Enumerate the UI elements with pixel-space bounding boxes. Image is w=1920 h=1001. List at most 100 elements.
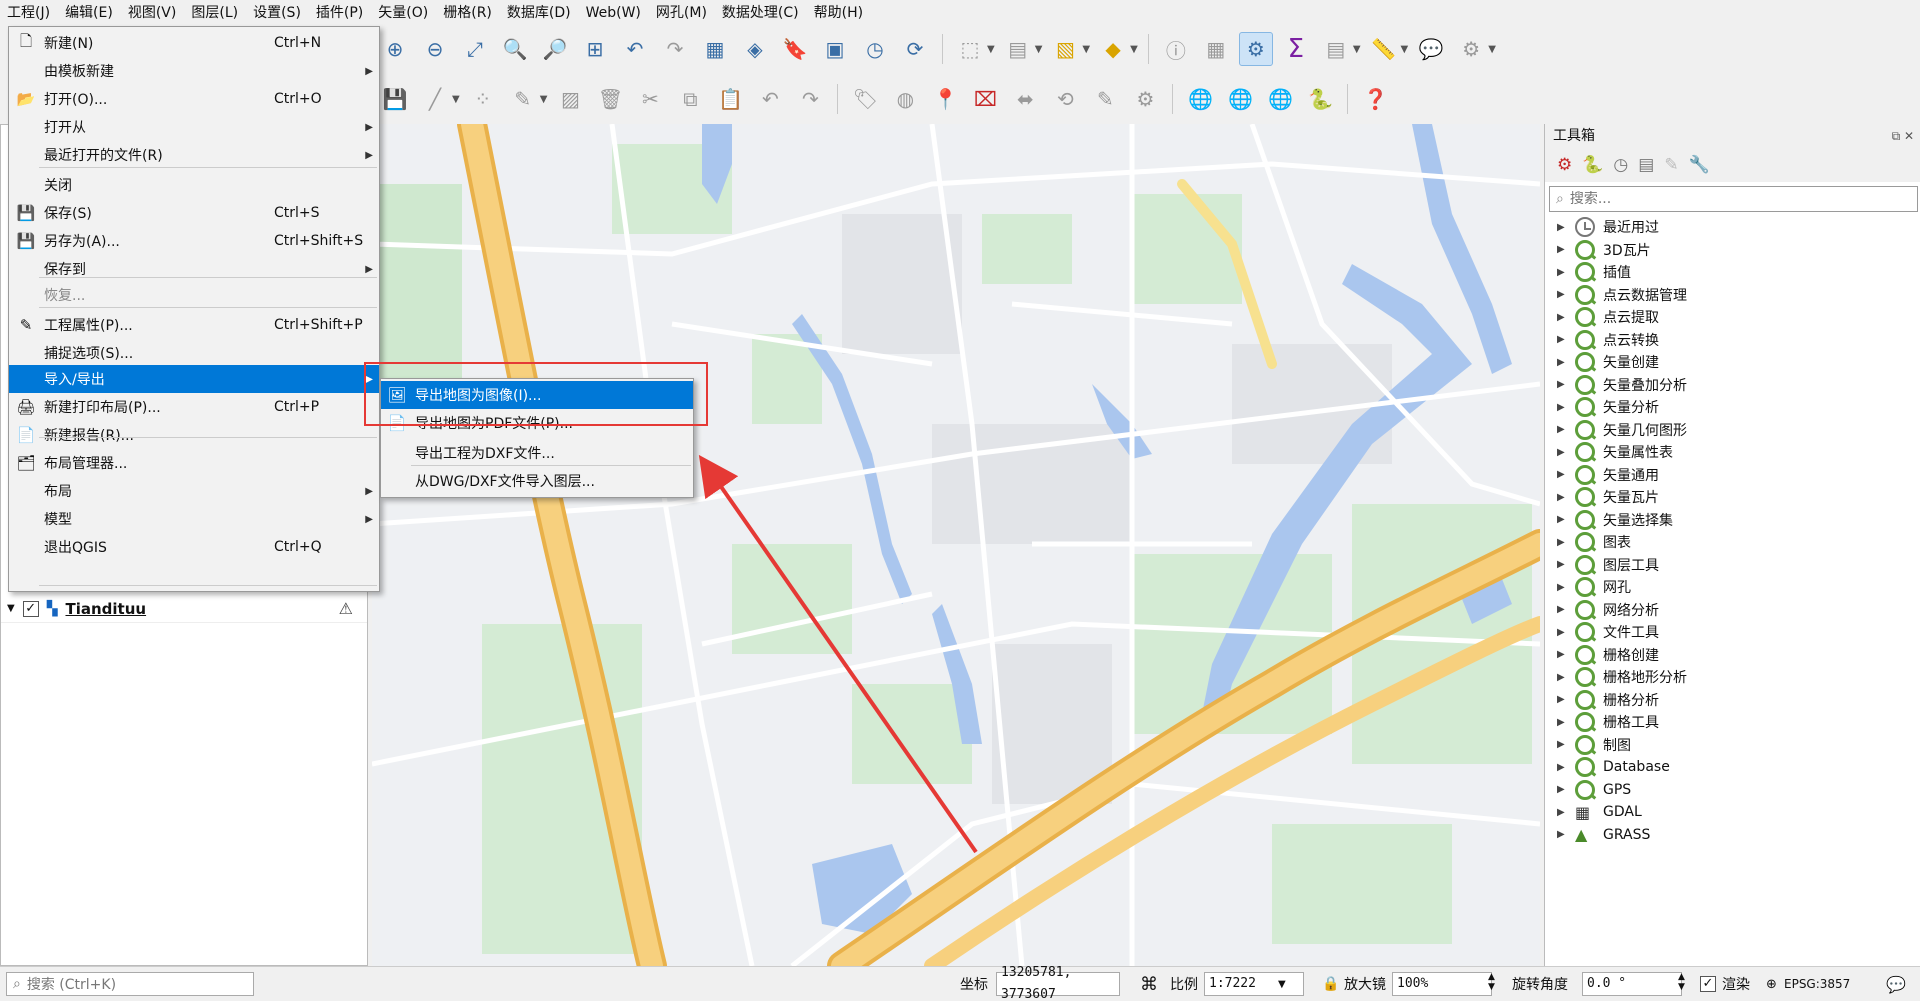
project-menu-item[interactable]: 由模板新建 ▶ [9, 57, 379, 85]
zoom-native-icon[interactable]: ⊞ [578, 32, 612, 66]
magnifier-field[interactable]: 100% [1392, 972, 1492, 996]
zoom-to-selection-icon[interactable]: 🔍 [498, 32, 532, 66]
toolbox-group[interactable]: ▶ 矢量瓦片 [1545, 486, 1920, 509]
save-edits-icon[interactable]: 💾 [378, 82, 412, 116]
chevron-down-icon[interactable]: ▼ [1130, 44, 1138, 55]
project-menu-item[interactable]: 💾 另存为(A)... Ctrl+Shift+S [9, 227, 379, 255]
menu-project[interactable]: 工程(J) [0, 1, 57, 25]
pin-labels-icon[interactable]: 📍 [928, 82, 962, 116]
expand-arrow-icon[interactable]: ▶ [1557, 672, 1567, 683]
statistics-sigma-icon[interactable]: Σ [1279, 32, 1313, 66]
layer-labeling-icon[interactable]: ◍ [888, 82, 922, 116]
undo-icon[interactable]: ↶ [753, 82, 787, 116]
toolbox-group[interactable]: ▶ 点云转换 [1545, 329, 1920, 352]
vertex-editor-icon[interactable]: ✎ [506, 82, 540, 116]
show-hide-labels-icon[interactable]: ⌧ [968, 82, 1002, 116]
warning-icon[interactable]: ⚠ [339, 599, 353, 618]
coordinate-field[interactable]: 13205781, 3773607 [996, 965, 1120, 1001]
expand-arrow-icon[interactable]: ▶ [1557, 784, 1567, 795]
menu-help[interactable]: 帮助(H) [807, 1, 870, 25]
expand-arrow-icon[interactable]: ▶ [1557, 514, 1567, 525]
chevron-down-icon[interactable]: ▼ [987, 44, 995, 55]
expand-arrow-icon[interactable]: ▶ [1557, 222, 1567, 233]
expand-arrow-icon[interactable]: ▶ [1557, 559, 1567, 570]
expand-arrow-icon[interactable]: ▶ [1557, 829, 1567, 840]
toolbox-group[interactable]: ▶ 3D瓦片 [1545, 239, 1920, 262]
edit-features-icon[interactable]: ✎ [1664, 155, 1678, 175]
bookmark-icon[interactable]: 🔖 [778, 32, 812, 66]
measure-icon[interactable]: 📏 [1367, 32, 1401, 66]
label-settings-icon[interactable]: ⚙ [1128, 82, 1162, 116]
expand-arrow-icon[interactable]: ▶ [1557, 312, 1567, 323]
expand-arrow-icon[interactable]: ▶ [1557, 627, 1567, 638]
chevron-down-icon[interactable]: ▼ [1488, 44, 1496, 55]
results-viewer-icon[interactable]: ▤ [1638, 155, 1654, 175]
zoom-last-icon[interactable]: ↶ [618, 32, 652, 66]
menu-layer[interactable]: 图层(L) [184, 1, 245, 25]
zoom-full-icon[interactable]: ⤢ [458, 32, 492, 66]
project-menu-item[interactable]: 🗋 新建(N) Ctrl+N [9, 29, 379, 57]
chevron-down-icon[interactable]: ▼ [452, 94, 460, 105]
rotate-label-icon[interactable]: ⟲ [1048, 82, 1082, 116]
paste-icon[interactable]: 📋 [713, 82, 747, 116]
toolbox-group[interactable]: ▶ 网络分析 [1545, 599, 1920, 622]
toolbox-group[interactable]: ▶ 文件工具 [1545, 621, 1920, 644]
toolbox-group[interactable]: ▶ 矢量创建 [1545, 351, 1920, 374]
select-features-icon[interactable]: ⬚ [953, 32, 987, 66]
help-icon[interactable]: ❓ [1358, 82, 1392, 116]
layer-row[interactable]: ▼ ✓ ▚ Tiandituu ⚠ [1, 595, 367, 623]
search-wms-icon[interactable]: 🌐 [1223, 82, 1257, 116]
project-menu-item[interactable]: 保存到 ▶ [9, 255, 379, 283]
expand-arrow-icon[interactable]: ▶ [1557, 334, 1567, 345]
move-label-icon[interactable]: ⬌ [1008, 82, 1042, 116]
toolbox-group[interactable]: ▶ 矢量分析 [1545, 396, 1920, 419]
models-icon[interactable]: ⚙ [1557, 155, 1572, 175]
render-checkbox[interactable]: ✓ [1700, 976, 1716, 992]
layer-name[interactable]: Tiandituu [65, 600, 146, 618]
expand-arrow-icon[interactable]: ▶ [1557, 694, 1567, 705]
expand-arrow-icon[interactable]: ▶ [1557, 357, 1567, 368]
chevron-down-icon[interactable]: ▼ [1353, 44, 1361, 55]
layer-visibility-checkbox[interactable]: ✓ [22, 600, 39, 617]
lock-scale-icon[interactable]: 🔒 [1322, 972, 1339, 996]
show-bookmarks-icon[interactable]: ▣ [818, 32, 852, 66]
submenu-item[interactable]: 从DWG/DXF文件导入图层... [381, 467, 693, 495]
label-icon[interactable]: 🏷 [848, 82, 882, 116]
messages-icon[interactable]: 💬 [1886, 972, 1906, 996]
temporal-controller-icon[interactable]: ◷ [858, 32, 892, 66]
new-map-view-icon[interactable]: ▦ [698, 32, 732, 66]
project-menu-item[interactable]: 导入/导出 ▶ [9, 365, 379, 393]
rotation-field[interactable]: 0.0 ° [1582, 972, 1682, 996]
identify-icon[interactable]: ⓘ [1159, 32, 1193, 66]
history-icon[interactable]: ◷ [1613, 155, 1628, 175]
project-menu-item[interactable]: 📂 打开(O)... Ctrl+O [9, 85, 379, 113]
chevron-down-icon[interactable]: ▼ [1082, 44, 1090, 55]
add-wms-layer-icon[interactable]: 🌐 [1183, 82, 1217, 116]
toolbox-group[interactable]: ▶ ▲ GRASS [1545, 824, 1920, 847]
zoom-in-icon[interactable]: ⊕ [378, 32, 412, 66]
expand-arrow-icon[interactable]: ▶ [1557, 582, 1567, 593]
expand-arrow-icon[interactable]: ▶ [1557, 537, 1567, 548]
cut-icon[interactable]: ✂ [633, 82, 667, 116]
crs-globe-icon[interactable]: ⊕ [1766, 972, 1777, 996]
toolbox-group[interactable]: ▶ ▦ GDAL [1545, 801, 1920, 824]
zoom-out-icon[interactable]: ⊖ [418, 32, 452, 66]
vertex-tool-icon[interactable]: ⁘ [466, 82, 500, 116]
python-scripts-icon[interactable]: 🐍 [1582, 155, 1603, 175]
rotation-spinner[interactable]: ▲ ▼ [1678, 972, 1685, 996]
menu-raster[interactable]: 栅格(R) [436, 1, 499, 25]
project-menu-item[interactable]: 布局 ▶ [9, 477, 379, 505]
menu-mesh[interactable]: 网孔(M) [649, 1, 714, 25]
expand-arrow-icon[interactable]: ▶ [1557, 739, 1567, 750]
select-location-icon[interactable]: ◆ [1096, 32, 1130, 66]
menu-edit[interactable]: 编辑(E) [58, 1, 120, 25]
project-menu-item[interactable]: 退出QGIS Ctrl+Q [9, 533, 379, 561]
project-menu-item[interactable]: 模型 ▶ [9, 505, 379, 533]
toolbox-group[interactable]: ▶ 最近用过 [1545, 216, 1920, 239]
map-canvas[interactable] [372, 124, 1540, 966]
toolbox-group[interactable]: ▶ 点云数据管理 [1545, 284, 1920, 307]
chevron-down-icon[interactable]: ▼ [1401, 44, 1409, 55]
toolbox-group[interactable]: ▶ 矢量通用 [1545, 464, 1920, 487]
project-menu-item[interactable]: 关闭 [9, 171, 379, 199]
menu-plugins[interactable]: 插件(P) [309, 1, 370, 25]
